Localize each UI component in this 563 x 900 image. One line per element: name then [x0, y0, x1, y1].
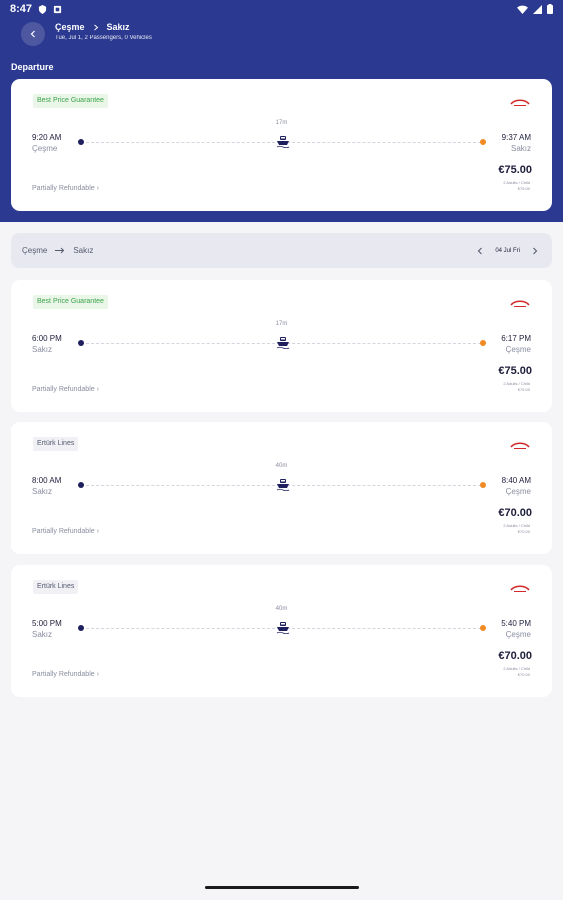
- chevron-right-icon: ›: [96, 386, 99, 393]
- operator-badge: Best Price Guarantee: [33, 295, 108, 309]
- status-bar: 8:47: [0, 0, 563, 18]
- arrival-info: 8:40 AM Çeşme: [502, 476, 531, 496]
- departure-time: 5:00 PM: [32, 619, 62, 628]
- ferry-icon: [276, 479, 290, 491]
- departure-info: 5:00 PM Sakız: [32, 619, 62, 639]
- wifi-icon: [517, 5, 528, 14]
- arrival-port: Çeşme: [505, 345, 531, 354]
- destination-dot: [480, 340, 486, 346]
- ferry-icon: [276, 622, 290, 634]
- selected-trip-card[interactable]: Best Price Guarantee 17m 9:20 AM Çeşme 9…: [11, 79, 552, 211]
- trip-duration: 17m: [275, 120, 288, 126]
- origin-dot: [78, 340, 84, 346]
- shield-icon: [38, 4, 47, 14]
- departure-info: 8:00 AM Sakız: [32, 476, 61, 496]
- arrival-info: 5:40 PM Çeşme: [501, 619, 531, 639]
- trip-price: €70.00: [498, 650, 532, 662]
- trip-duration: 40m: [275, 463, 288, 469]
- section-title: Departure: [11, 62, 54, 72]
- battery-icon: [547, 4, 553, 14]
- departure-time: 9:20 AM: [32, 133, 62, 142]
- operator-logo-icon: [510, 99, 530, 106]
- next-date-button[interactable]: [532, 247, 538, 255]
- arrival-time: 9:37 AM: [501, 133, 531, 142]
- trip-card[interactable]: Best Price Guarantee 17m 6:00 PM Sakız 6…: [11, 280, 552, 412]
- arrival-info: 6:17 PM Çeşme: [501, 334, 531, 354]
- ferry-icon: [276, 337, 290, 349]
- departure-port: Sakız: [32, 345, 53, 354]
- departure-time: 8:00 AM: [32, 476, 62, 485]
- destination-dot: [480, 139, 486, 145]
- chevron-left-icon: [30, 30, 35, 38]
- trip-price: €75.00: [498, 164, 532, 176]
- return-origin: Çeşme: [22, 246, 48, 255]
- destination-dot: [480, 625, 486, 631]
- chevron-right-icon: ›: [96, 671, 99, 678]
- origin-dot: [78, 625, 84, 631]
- fare-breakdown: 2 Adults / Child €70.00: [503, 666, 530, 677]
- chevron-right-icon: ›: [96, 528, 99, 535]
- fare-breakdown: 2 Adults / Child €70.00: [503, 523, 530, 534]
- arrival-time: 6:17 PM: [501, 334, 531, 343]
- operator-logo-icon: [510, 300, 530, 307]
- trip-price: €75.00: [498, 365, 532, 377]
- date-navigator: 04 Jul Fri: [477, 247, 538, 255]
- refund-policy-link[interactable]: Partially Refundable ›: [32, 528, 99, 535]
- arrival-time: 8:40 AM: [501, 476, 531, 485]
- route-destination: Sakız: [106, 22, 130, 32]
- chevron-right-icon: [93, 24, 98, 30]
- fare-breakdown: 2 Adults / Child €75.00: [503, 381, 530, 392]
- return-destination: Sakız: [73, 246, 94, 255]
- top-header: Çeşme Sakız Tue, Jul 1, 2 Passengers, 0 …: [0, 20, 563, 50]
- operator-logo-icon: [510, 442, 530, 449]
- ferry-icon: [276, 136, 290, 148]
- refund-policy-link[interactable]: Partially Refundable ›: [32, 386, 99, 393]
- arrival-port: Çeşme: [505, 630, 531, 639]
- signal-icon: [533, 4, 542, 14]
- selected-date[interactable]: 04 Jul Fri: [495, 248, 520, 254]
- home-indicator: [205, 886, 359, 889]
- destination-dot: [480, 482, 486, 488]
- date-route-bar: Çeşme Sakız 04 Jul Fri: [11, 233, 552, 268]
- trip-duration: 17m: [275, 321, 288, 327]
- departure-info: 9:20 AM Çeşme: [32, 133, 61, 153]
- departure-time: 6:00 PM: [32, 334, 62, 343]
- departure-info: 6:00 PM Sakız: [32, 334, 62, 354]
- notification-icon: [53, 5, 62, 13]
- arrival-info: 9:37 AM Sakız: [502, 133, 531, 153]
- origin-dot: [78, 139, 84, 145]
- operator-logo-icon: [510, 585, 530, 592]
- arrival-time: 5:40 PM: [501, 619, 531, 628]
- refund-policy-link[interactable]: Partially Refundable ›: [32, 671, 99, 678]
- trip-card[interactable]: Ertürk Lines 40m 8:00 AM Sakız 8:40 AM Ç…: [11, 422, 552, 554]
- status-time: 8:47: [10, 3, 33, 15]
- trip-price: €70.00: [498, 507, 532, 519]
- route-summary: Çeşme Sakız Tue, Jul 1, 2 Passengers, 0 …: [55, 22, 152, 41]
- departure-port: Sakız: [32, 630, 53, 639]
- operator-badge: Ertürk Lines: [33, 437, 79, 451]
- departure-port: Sakız: [32, 487, 53, 496]
- fare-breakdown: 2 Adults / Child €75.00: [503, 180, 530, 191]
- prev-date-button[interactable]: [477, 247, 483, 255]
- trip-card[interactable]: Ertürk Lines 40m 5:00 PM Sakız 5:40 PM Ç…: [11, 565, 552, 697]
- back-button[interactable]: [21, 22, 45, 46]
- route-origin: Çeşme: [55, 22, 85, 32]
- chevron-right-icon: ›: [96, 185, 99, 192]
- departure-port: Çeşme: [32, 144, 58, 153]
- arrival-port: Sakız: [510, 144, 531, 153]
- origin-dot: [78, 482, 84, 488]
- trip-duration: 40m: [275, 606, 288, 612]
- best-price-badge: Best Price Guarantee: [33, 94, 108, 108]
- operator-badge: Ertürk Lines: [33, 580, 79, 594]
- refund-policy-link[interactable]: Partially Refundable ›: [32, 185, 99, 192]
- return-route: Çeşme Sakız: [22, 246, 93, 255]
- trip-details: Tue, Jul 1, 2 Passengers, 0 Vehicles: [55, 35, 152, 41]
- arrow-right-icon: [55, 247, 65, 254]
- arrival-port: Çeşme: [505, 487, 531, 496]
